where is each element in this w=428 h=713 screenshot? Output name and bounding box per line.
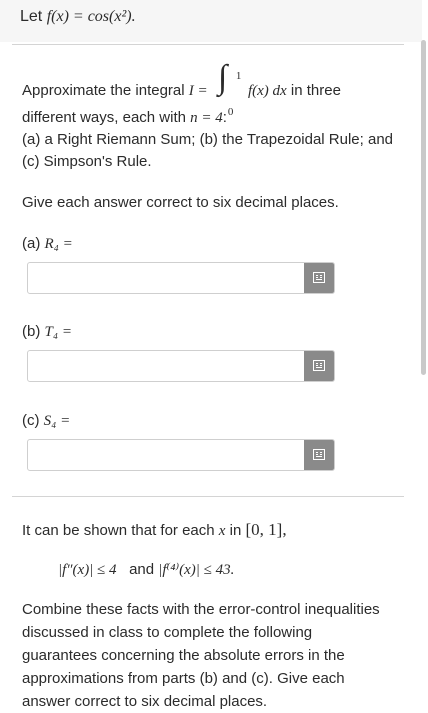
question-header: Let f(x) = cos(x²).	[0, 0, 422, 42]
interval: [0, 1],	[245, 520, 287, 539]
followup-line-1: It can be shown that for each x in [0, 1…	[22, 519, 407, 542]
math-keyboard-button-c[interactable]	[304, 440, 334, 470]
colon: :	[222, 109, 227, 126]
precision-note: Give each answer correct to six decimal …	[22, 194, 339, 211]
followup-line-2: Combine these facts with the error-contr…	[22, 601, 380, 618]
part-b-label: (b)	[22, 323, 41, 340]
keyboard-icon	[313, 272, 325, 283]
question-statement: Let f(x) = cos(x²).	[20, 8, 136, 26]
upper-limit: 1	[235, 70, 242, 82]
x-var: x	[218, 523, 226, 539]
answer-c-input[interactable]	[27, 439, 335, 471]
answer-b-label: (b) T₄ =	[22, 321, 407, 343]
followup-text: It can be shown that for each	[22, 522, 215, 539]
derivative-bounds: |f″(x)| ≤ 4 and |f⁽⁴⁾(x)| ≤ 43.	[58, 559, 398, 581]
fourth-derivative-bound: |f⁽⁴⁾(x)| ≤ 43.	[158, 562, 235, 578]
followup-line-4: guarantees concerning the absolute error…	[22, 647, 345, 664]
followup-line-5: approximations from parts (b) and (c). G…	[22, 670, 345, 687]
problem-text: different ways, each with	[22, 109, 186, 126]
scrollbar[interactable]	[421, 40, 426, 375]
and-word: and	[129, 561, 155, 578]
math-keyboard-button-a[interactable]	[304, 263, 334, 293]
keyboard-icon	[313, 449, 325, 460]
divider	[12, 496, 404, 497]
problem-line-4: (c) Simpson's Rule.	[22, 153, 152, 170]
followup-line-3: discussed in class to complete the follo…	[22, 624, 313, 641]
function-definition: f(x) = cos(x²).	[46, 8, 136, 25]
r4-symbol: R₄ =	[44, 236, 73, 252]
part-c-label: (c)	[22, 412, 40, 429]
part-a-label: (a)	[22, 235, 41, 252]
math-keyboard-button-b[interactable]	[304, 351, 334, 381]
integral-sign: ∫ 1 0	[212, 61, 244, 119]
second-derivative-bound: |f″(x)| ≤ 4	[58, 562, 117, 578]
s4-symbol: S₄ =	[43, 413, 71, 429]
integrand: f(x) dx	[247, 82, 287, 99]
answer-a-input[interactable]	[27, 262, 335, 294]
divider	[12, 44, 404, 45]
integral-lhs: I =	[188, 82, 208, 99]
answer-b-input[interactable]	[27, 350, 335, 382]
keyboard-icon	[313, 360, 325, 371]
problem-line-1: Approximate the integral I = ∫ 1 0 f(x) …	[22, 61, 407, 119]
in-word: in	[229, 522, 242, 539]
n-value: n = 4	[190, 110, 223, 126]
problem-line-2: different ways, each with n = 4:	[22, 107, 407, 129]
let-word: Let	[20, 8, 43, 25]
intro-tail: in three	[290, 81, 341, 99]
problem-line-3: (a) a Right Riemann Sum; (b) the Trapezo…	[22, 131, 394, 148]
followup-line-6: answer correct to six decimal places.	[22, 693, 268, 710]
problem-intro: Approximate the integral	[22, 81, 185, 99]
t4-symbol: T₄ =	[44, 324, 72, 340]
answer-a-label: (a) R₄ =	[22, 233, 407, 255]
answer-c-label: (c) S₄ =	[22, 410, 407, 432]
